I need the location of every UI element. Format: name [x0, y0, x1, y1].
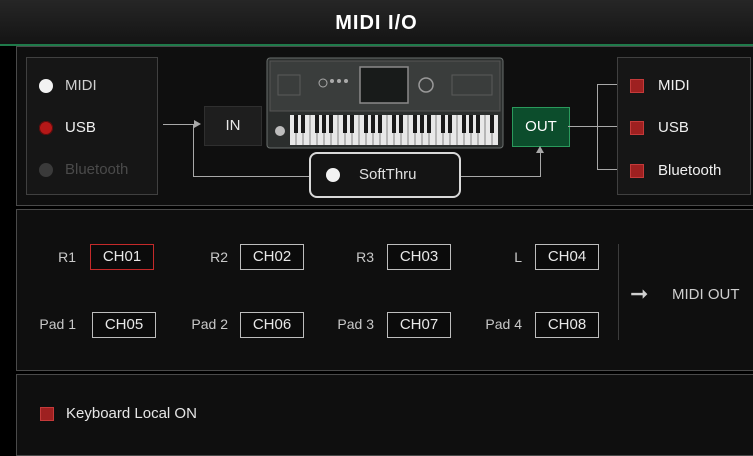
channel-label: R3	[356, 249, 374, 265]
checkbox-icon	[630, 79, 644, 93]
output-box: MIDI USB Bluetooth	[617, 57, 751, 195]
in-button[interactable]: IN	[204, 106, 262, 146]
toggle-dot-icon	[326, 168, 340, 182]
page-title: MIDI I/O	[335, 12, 418, 34]
channel-label: Pad 4	[485, 316, 522, 332]
out-line	[597, 84, 617, 85]
channel-label: Pad 3	[337, 316, 374, 332]
channel-select-r1[interactable]: CH01	[90, 244, 154, 270]
channel-select-l[interactable]: CH04	[535, 244, 599, 270]
out-line	[597, 84, 598, 170]
out-line	[597, 169, 617, 170]
thru-line	[193, 176, 309, 177]
thru-line	[461, 176, 541, 177]
output-option-bluetooth[interactable]: Bluetooth	[630, 162, 744, 180]
checkbox-icon	[630, 121, 644, 135]
out-button[interactable]: OUT	[512, 107, 570, 147]
channel-label: Pad 1	[39, 316, 76, 332]
input-source-box: MIDI USB Bluetooth	[26, 57, 158, 195]
softthru-toggle[interactable]: SoftThru	[309, 152, 461, 198]
channel-select-pad3[interactable]: CH07	[387, 312, 451, 338]
out-line	[597, 126, 617, 127]
softthru-label: SoftThru	[359, 166, 417, 183]
checkbox-icon	[40, 407, 54, 421]
vertical-divider	[618, 244, 619, 340]
channel-label: R2	[210, 249, 228, 265]
keyboard-icon	[266, 57, 504, 149]
channel-label: R1	[58, 249, 76, 265]
keyboard-local-label: Keyboard Local ON	[66, 405, 197, 422]
radio-icon	[39, 79, 53, 93]
keyboard-image	[266, 57, 504, 149]
checkbox-icon	[630, 164, 644, 178]
channel-select-pad4[interactable]: CH08	[535, 312, 599, 338]
midi-out-label: MIDI OUT	[672, 286, 740, 303]
arrow-head-icon	[194, 120, 201, 128]
radio-icon	[39, 163, 53, 177]
keyboard-local-toggle[interactable]: Keyboard Local ON	[40, 404, 240, 424]
channel-select-r3[interactable]: CH03	[387, 244, 451, 270]
thru-line	[193, 125, 194, 176]
thru-line	[540, 152, 541, 177]
output-option-midi[interactable]: MIDI	[630, 77, 744, 95]
output-option-usb[interactable]: USB	[630, 119, 744, 137]
channel-label: Pad 2	[191, 316, 228, 332]
channel-select-pad2[interactable]: CH06	[240, 312, 304, 338]
channel-label: L	[514, 249, 522, 265]
channel-select-pad1[interactable]: CH05	[92, 312, 156, 338]
channel-select-r2[interactable]: CH02	[240, 244, 304, 270]
out-line	[568, 126, 598, 127]
arrow-right-icon: ➞	[630, 281, 649, 306]
arrow-up-icon	[536, 146, 544, 153]
arrow-line	[163, 124, 195, 125]
radio-icon	[39, 121, 53, 135]
